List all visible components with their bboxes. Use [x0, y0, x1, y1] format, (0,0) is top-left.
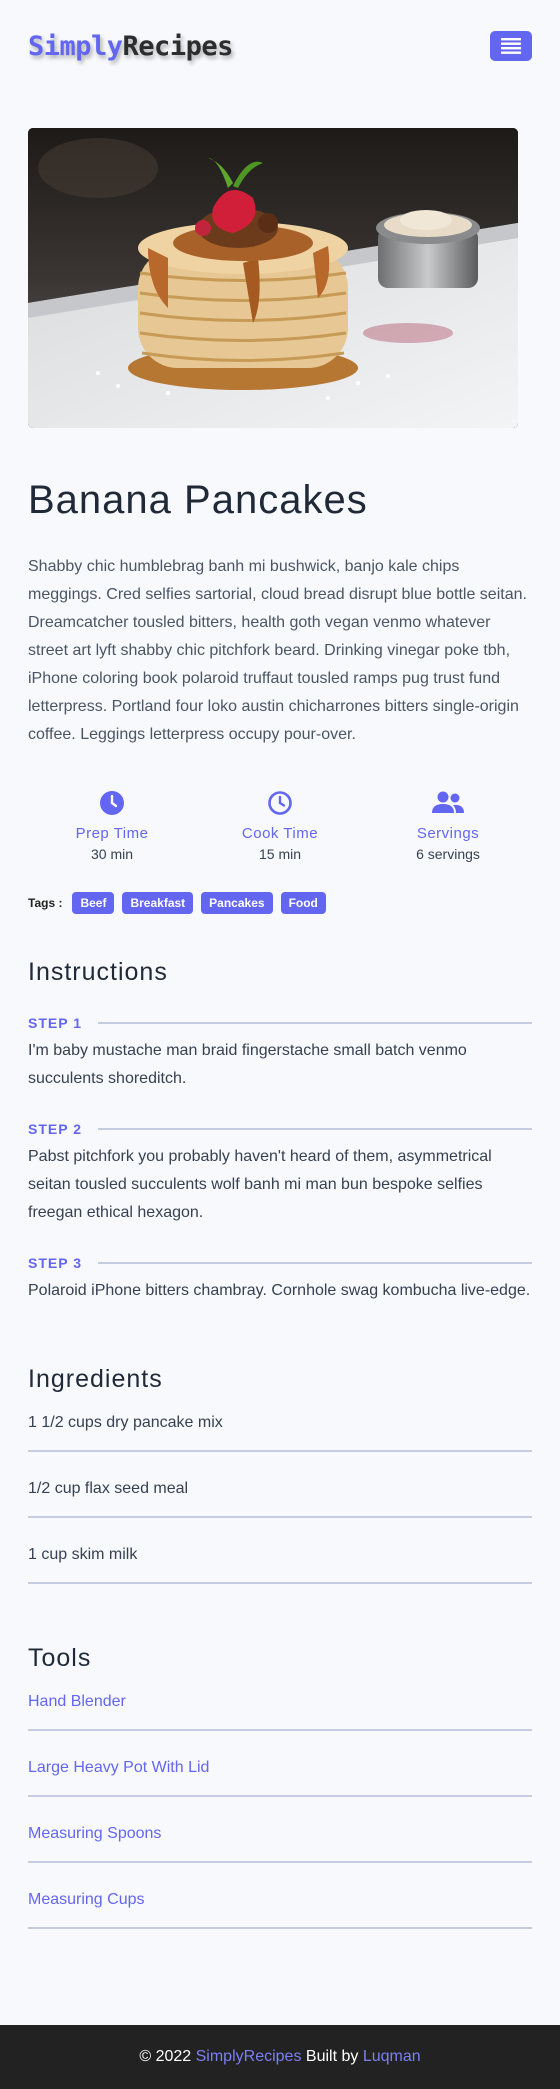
tag-beef[interactable]: Beef [72, 892, 115, 914]
recipe-title: Banana Pancakes [28, 478, 368, 522]
instruction-step: STEP 1 I'm baby mustache man braid finge… [28, 1015, 532, 1093]
recipe-description: Shabby chic humblebrag banh mi bushwick,… [28, 558, 527, 743]
logo-part-simply: Simply [28, 30, 123, 62]
tool-link[interactable]: Hand Blender [28, 1681, 532, 1731]
tag-food[interactable]: Food [280, 892, 326, 914]
ingredient-item: 1 cup skim milk [28, 1534, 532, 1584]
clock-solid-icon [100, 791, 124, 815]
stat-label: Servings [416, 825, 480, 842]
step-text: Pabst pitchfork you probably haven't hea… [28, 1148, 492, 1221]
step-text: I'm baby mustache man braid fingerstache… [28, 1042, 467, 1087]
footer-copyright: © 2022 [139, 2048, 192, 2065]
stat-value: 6 servings [416, 846, 480, 862]
step-divider [98, 1262, 532, 1264]
recipe-tags: Tags : Beef Breakfast Pancakes Food [28, 892, 532, 914]
tool-link[interactable]: Measuring Cups [28, 1879, 532, 1929]
logo[interactable]: SimplyRecipes [28, 31, 233, 62]
footer-brand-link[interactable]: SimplyRecipes [196, 2048, 302, 2066]
instructions-title: Instructions [28, 958, 168, 986]
step-label: STEP 2 [28, 1121, 82, 1137]
tool-link[interactable]: Large Heavy Pot With Lid [28, 1747, 532, 1797]
pancake-photo [28, 128, 518, 428]
instruction-step: STEP 2 Pabst pitchfork you probably have… [28, 1121, 532, 1227]
ingredients-list: 1 1/2 cups dry pancake mix 1/2 cup flax … [28, 1402, 532, 1584]
step-text: Polaroid iPhone bitters chambray. Cornho… [28, 1282, 531, 1299]
step-label: STEP 1 [28, 1015, 82, 1031]
menu-toggle-button[interactable] [490, 31, 532, 61]
tool-link[interactable]: Measuring Spoons [28, 1813, 532, 1863]
stat-value: 30 min [90, 846, 134, 862]
tags-label: Tags : [28, 896, 63, 910]
footer: © 2022 SimplyRecipes Built by Luqman [0, 2025, 560, 2089]
stat-prep-time: Prep Time 30 min [28, 789, 196, 862]
instruction-step: STEP 3 Polaroid iPhone bitters chambray.… [28, 1255, 532, 1305]
ingredients-title: Ingredients [28, 1365, 163, 1393]
recipe-stats: Prep Time 30 min Cook Time 15 min Servin… [28, 789, 532, 862]
tag-pancakes[interactable]: Pancakes [201, 892, 273, 914]
step-divider [98, 1022, 532, 1024]
tools-title: Tools [28, 1644, 92, 1672]
hamburger-icon [501, 38, 521, 54]
footer-built-by: Built by [305, 2048, 359, 2065]
stat-label: Cook Time [241, 825, 319, 842]
step-label: STEP 3 [28, 1255, 82, 1271]
stat-servings: Servings 6 servings [364, 789, 532, 862]
stat-cook-time: Cook Time 15 min [196, 789, 364, 862]
step-divider [98, 1128, 532, 1130]
tools-list: Hand Blender Large Heavy Pot With Lid Me… [28, 1681, 532, 1929]
logo-part-recipes: Recipes [122, 30, 234, 62]
ingredient-item: 1 1/2 cups dry pancake mix [28, 1402, 532, 1452]
recipe-hero-image [28, 128, 518, 428]
footer-author-link[interactable]: Luqman [363, 2048, 421, 2066]
navbar: SimplyRecipes [0, 0, 560, 92]
users-icon [432, 791, 464, 813]
stat-value: 15 min [258, 846, 302, 862]
ingredient-item: 1/2 cup flax seed meal [28, 1468, 532, 1518]
tag-breakfast[interactable]: Breakfast [122, 892, 194, 914]
clock-outline-icon [268, 791, 292, 815]
stat-label: Prep Time [75, 825, 149, 842]
